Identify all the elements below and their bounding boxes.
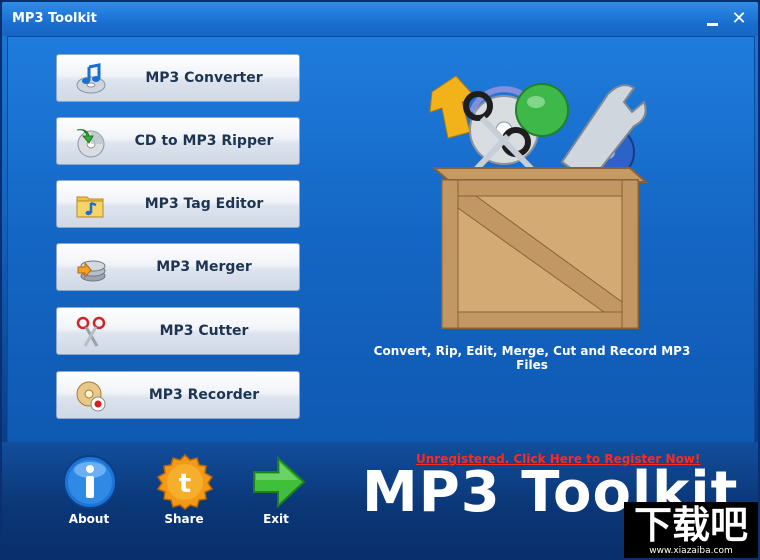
close-button[interactable]: ✕ (728, 8, 750, 30)
toolbox-illustration (429, 75, 649, 329)
music-note-disc-icon (76, 63, 106, 94)
exit-label[interactable]: Exit (236, 512, 316, 526)
about-label[interactable]: About (49, 512, 129, 526)
tag-editor-label: MP3 Tag Editor (144, 196, 264, 212)
watermark-url: www.xiazaiba.com (649, 546, 733, 556)
cd-rip-icon (76, 129, 105, 158)
about-icon[interactable] (62, 454, 118, 510)
mp3-merger-label: MP3 Merger (156, 259, 252, 275)
watermark: 下载吧 www.xiazaiba.com (624, 502, 758, 558)
window-title: MP3 Toolkit (12, 11, 97, 26)
mp3-recorder-label: MP3 Recorder (148, 387, 260, 403)
scissors-icon (76, 316, 106, 347)
tagline: Convert, Rip, Edit, Merge, Cut and Recor… (373, 344, 691, 372)
minimize-button[interactable] (702, 8, 724, 30)
mp3-cutter-button[interactable]: MP3 Cutter (56, 307, 300, 355)
exit-arrow-icon[interactable] (250, 454, 306, 510)
mp3-recorder-button[interactable]: MP3 Recorder (56, 371, 300, 419)
app-window: MP3 Toolkit ✕ MP3 Converter CD to MP3 Ri… (0, 0, 760, 560)
mp3-converter-label: MP3 Converter (145, 70, 263, 86)
mp3-cutter-label: MP3 Cutter (159, 323, 249, 339)
svg-text:t: t (179, 469, 191, 499)
cd-ripper-button[interactable]: CD to MP3 Ripper (56, 117, 300, 165)
folder-note-icon (76, 196, 104, 218)
mp3-merger-button[interactable]: MP3 Merger (56, 243, 300, 291)
mp3-converter-button[interactable]: MP3 Converter (56, 54, 300, 102)
cd-ripper-label: CD to MP3 Ripper (134, 133, 274, 149)
title-bar[interactable]: MP3 Toolkit ✕ (2, 2, 758, 36)
share-icon[interactable]: t (156, 454, 214, 510)
record-disc-icon (76, 381, 106, 412)
tag-editor-button[interactable]: MP3 Tag Editor (56, 180, 300, 228)
disc-stack-icon (77, 260, 106, 282)
share-label[interactable]: Share (144, 512, 224, 526)
watermark-text: 下载吧 (633, 503, 748, 547)
